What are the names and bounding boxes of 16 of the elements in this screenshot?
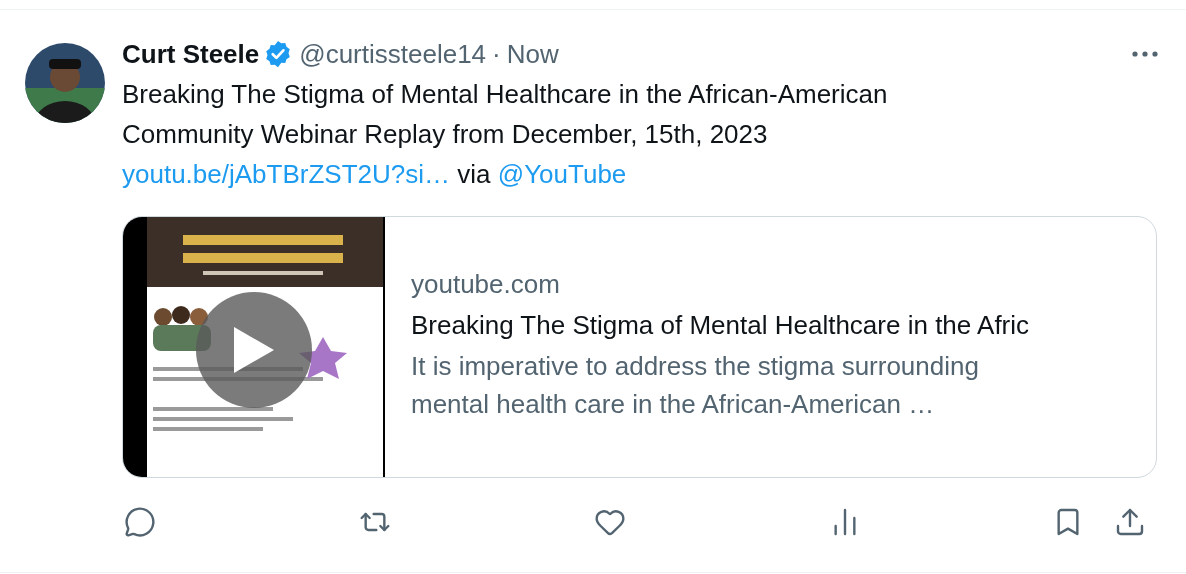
card-description: It is imperative to address the stigma surrounding mental health care in the African-American …: [411, 350, 980, 421]
share-button[interactable]: [1114, 506, 1146, 538]
author-handle[interactable]: @curtissteele14: [299, 34, 487, 74]
separator: ·: [492, 37, 501, 71]
card-domain: youtube.com: [411, 268, 561, 301]
post-text: Breaking The Stigma of Mental Healthcare in the African-American Community Webinar Replay from December, 15th, 2023 youtu.be/jAbTBrZST2U?si… via @YouTube: [122, 78, 889, 191]
more-button[interactable]: [1132, 51, 1158, 57]
reply-button[interactable]: [124, 506, 156, 538]
post-time[interactable]: Now: [506, 34, 559, 74]
more-icon: [1132, 51, 1158, 57]
reply-icon: [124, 506, 156, 538]
play-icon: [232, 325, 276, 375]
link-card[interactable]: youtube.com Breaking The Stigma of Mental Healthcare in the Afric It is imperative to address the stigma surrounding mental health care in the African-American …: [122, 216, 1157, 478]
card-title: Breaking The Stigma of Mental Healthcare in the Afric: [411, 309, 1031, 342]
share-icon: [1114, 506, 1146, 538]
author-name[interactable]: Curt Steele: [122, 34, 260, 74]
